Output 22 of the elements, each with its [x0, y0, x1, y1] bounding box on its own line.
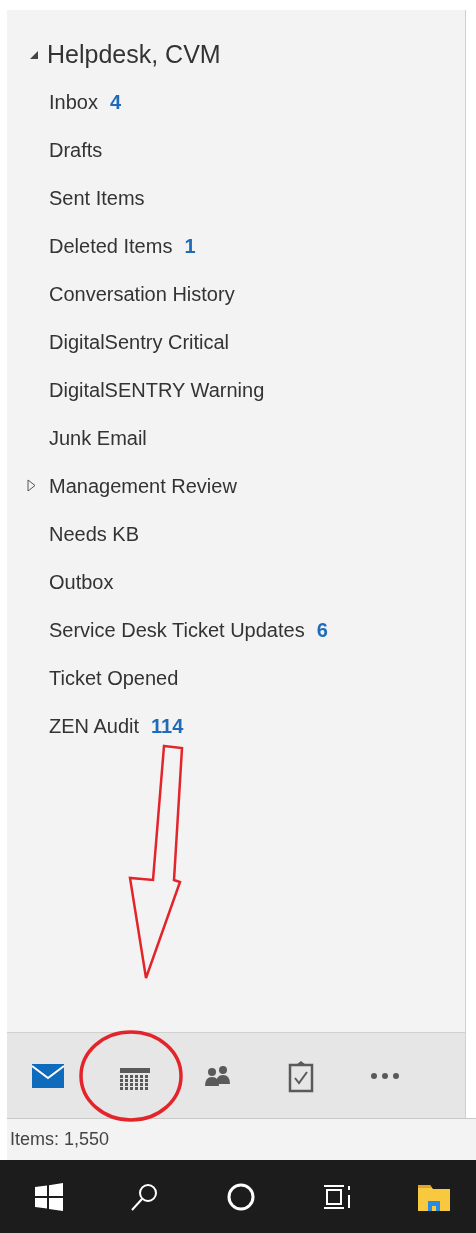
- unread-count: 6: [316, 618, 328, 643]
- folder-item[interactable]: Junk Email: [49, 423, 147, 453]
- folder-item[interactable]: Conversation History: [49, 279, 235, 309]
- unread-count: 114: [151, 714, 184, 739]
- folder-item[interactable]: Outbox: [49, 567, 114, 597]
- folder-item[interactable]: DigitalSentry Critical: [49, 327, 230, 357]
- folder-item[interactable]: Sent Items: [49, 183, 145, 213]
- folder-item[interactable]: Inbox 4: [49, 87, 122, 117]
- status-text: Items: 1,550: [10, 1128, 110, 1151]
- folder-item[interactable]: Deleted Items 1: [49, 231, 196, 261]
- unread-count: 1: [184, 234, 196, 259]
- folder-item[interactable]: DigitalSENTRY Warning: [49, 375, 265, 405]
- collapsed-arrow-icon[interactable]: [27, 479, 36, 492]
- expanded-arrow-icon[interactable]: [29, 50, 39, 60]
- folder-item[interactable]: Ticket Opened: [49, 663, 179, 693]
- folder-item[interactable]: Management Review: [49, 471, 237, 501]
- mailbox-name[interactable]: Helpdesk, CVM: [47, 36, 221, 74]
- folder-item[interactable]: ZEN Audit 114: [49, 711, 184, 741]
- folder-item[interactable]: Service Desk Ticket Updates 6: [49, 615, 328, 645]
- folder-item[interactable]: Needs KB: [49, 519, 140, 549]
- unread-count: 4: [109, 90, 122, 115]
- folder-item[interactable]: Drafts: [49, 135, 103, 165]
